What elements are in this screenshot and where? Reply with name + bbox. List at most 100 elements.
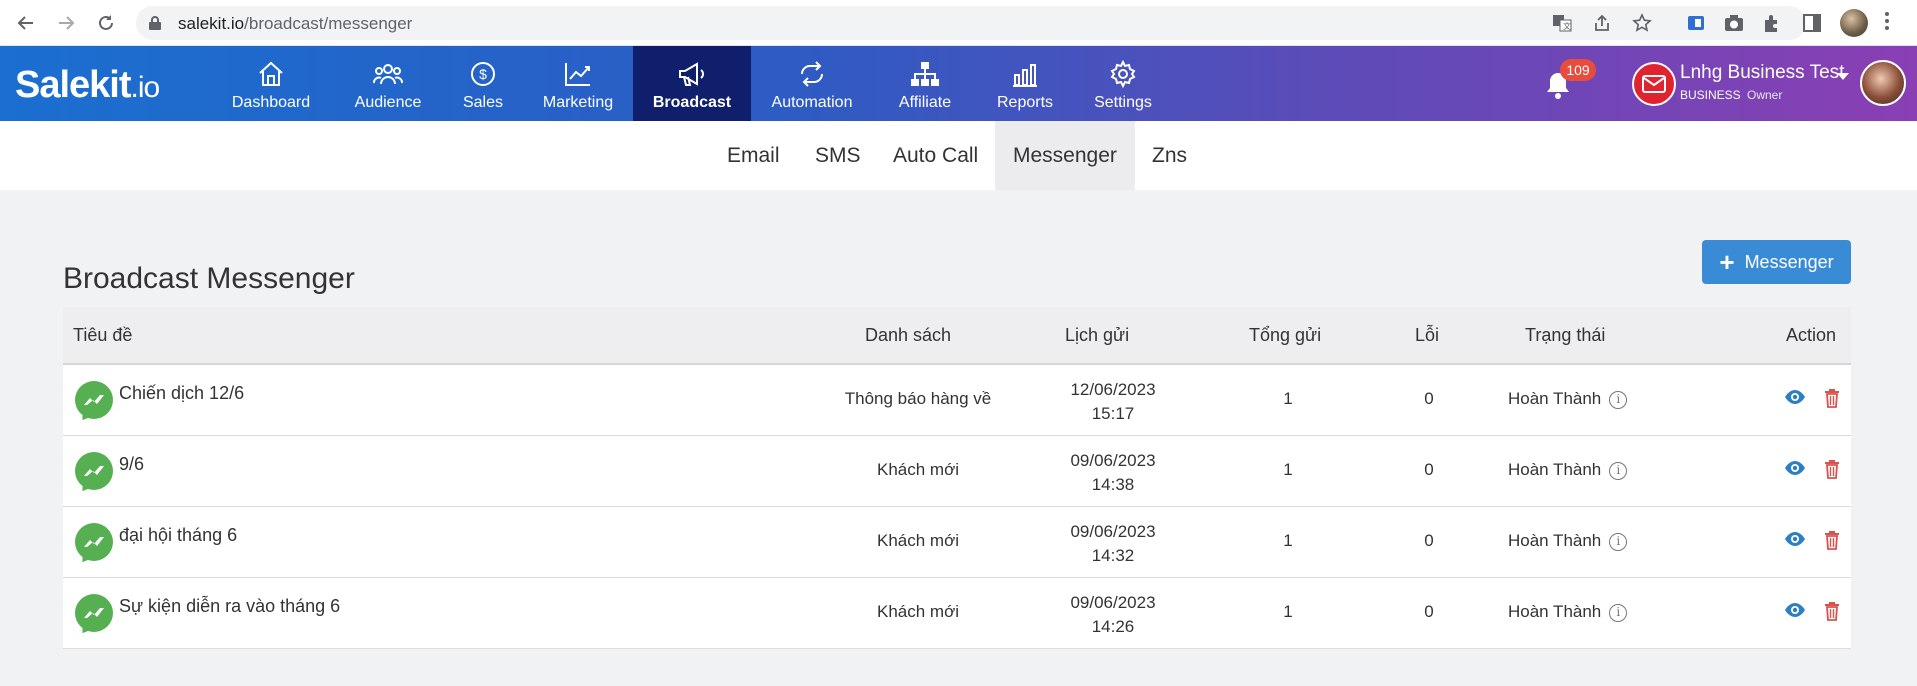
menu-kebab-icon[interactable]	[1884, 12, 1890, 34]
row-schedule: 09/06/2023 14:38	[1070, 451, 1156, 494]
browser-toolbar: salekit.io/broadcast/messenger 文	[0, 0, 1917, 46]
table-row: 9/6 Khách mới 09/06/2023 14:38 1 0 Hoàn T…	[63, 436, 1851, 507]
home-icon	[259, 61, 283, 86]
camera-icon[interactable]	[1722, 11, 1746, 35]
broadcast-subnav: Email SMS Auto Call Messenger Zns	[0, 121, 1917, 190]
caret-down-icon[interactable]	[1837, 73, 1849, 80]
chart-line-icon	[565, 63, 590, 86]
trash-icon[interactable]	[1824, 601, 1840, 626]
messenger-icon	[75, 594, 113, 632]
header-action: Action	[1786, 325, 1837, 345]
add-messenger-button[interactable]: + Messenger	[1702, 240, 1851, 284]
notification-badge: 109	[1560, 59, 1596, 81]
row-status: Hoàn Thành i	[1508, 460, 1628, 480]
puzzle-icon[interactable]	[1760, 11, 1784, 35]
mail-icon[interactable]	[1632, 62, 1676, 106]
row-title[interactable]: Sự kiện diễn ra vào tháng 6	[119, 596, 340, 617]
row-list: Khách mới	[876, 531, 959, 550]
business-type: BUSINESS	[1680, 88, 1741, 102]
nav-sales[interactable]: $ Sales	[452, 46, 514, 121]
users-icon	[373, 64, 403, 85]
row-schedule: 12/06/2023 15:17	[1070, 380, 1156, 423]
reload-icon[interactable]	[92, 9, 120, 37]
eye-icon[interactable]	[1784, 389, 1806, 410]
address-bar[interactable]: salekit.io/broadcast/messenger 文	[136, 6, 1806, 40]
eye-icon[interactable]	[1784, 602, 1806, 623]
dollar-icon: $	[471, 62, 495, 86]
svg-text:文: 文	[1563, 21, 1571, 31]
business-name[interactable]: Lnhg Business Test	[1680, 62, 1844, 84]
trash-icon[interactable]	[1824, 459, 1840, 484]
row-schedule: 09/06/2023 14:26	[1070, 593, 1156, 636]
app-header: Salekit.io Dashboard Audience $ Sales Ma…	[0, 46, 1917, 121]
lock-icon	[148, 15, 162, 36]
star-icon[interactable]	[1632, 13, 1652, 33]
tab-auto-call[interactable]: Auto Call	[875, 121, 996, 190]
nav-affiliate[interactable]: Affiliate	[890, 46, 960, 121]
header-title: Tiêu đề	[73, 325, 133, 345]
nav-dashboard[interactable]: Dashboard	[218, 46, 324, 121]
broadcast-table: Tiêu đề Danh sách Lịch gửi Tổng gửi Lỗi …	[63, 307, 1851, 649]
table-row: Chiến dịch 12/6 Thông báo hàng về 12/06/…	[63, 365, 1851, 436]
row-total: 1	[1283, 531, 1293, 550]
row-errors: 0	[1424, 602, 1434, 621]
table-row: đại hội tháng 6 Khách mới 09/06/2023 14:3…	[63, 507, 1851, 578]
business-role: Owner	[1747, 88, 1783, 102]
back-arrow-icon[interactable]	[12, 9, 40, 37]
info-icon[interactable]: i	[1609, 532, 1628, 551]
browser-profile-avatar[interactable]	[1840, 9, 1868, 37]
info-icon[interactable]: i	[1609, 603, 1628, 622]
table-row: Sự kiện diễn ra vào tháng 6 Khách mới 09…	[63, 578, 1851, 649]
info-icon[interactable]: i	[1609, 390, 1628, 409]
eye-icon[interactable]	[1784, 531, 1806, 552]
row-status: Hoàn Thành i	[1508, 531, 1628, 551]
url-text: salekit.io/broadcast/messenger	[178, 14, 413, 33]
extension-icon[interactable]	[1684, 11, 1708, 35]
megaphone-icon	[679, 62, 704, 86]
row-list: Thông báo hàng về	[844, 389, 992, 408]
header-total: Tổng gửi	[1249, 325, 1322, 345]
gear-icon	[1110, 60, 1136, 88]
tab-email[interactable]: Email	[709, 121, 798, 190]
row-status: Hoàn Thành i	[1508, 389, 1628, 409]
tab-messenger[interactable]: Messenger	[995, 121, 1135, 190]
share-icon[interactable]	[1592, 13, 1612, 33]
row-list: Khách mới	[876, 602, 959, 621]
row-title[interactable]: Chiến dịch 12/6	[119, 383, 244, 404]
row-list: Khách mới	[876, 460, 959, 479]
nav-audience[interactable]: Audience	[340, 46, 436, 121]
nav-settings[interactable]: Settings	[1088, 46, 1158, 121]
header-schedule: Lịch gửi	[1065, 325, 1130, 345]
tab-sms[interactable]: SMS	[797, 121, 879, 190]
row-total: 1	[1283, 460, 1293, 479]
nav-reports[interactable]: Reports	[992, 46, 1058, 121]
translate-icon[interactable]: 文	[1552, 13, 1572, 33]
trash-icon[interactable]	[1824, 530, 1840, 555]
nav-automation[interactable]: Automation	[766, 46, 858, 121]
row-errors: 0	[1424, 531, 1434, 550]
salekit-logo[interactable]: Salekit.io	[15, 64, 160, 107]
sidepanel-icon[interactable]	[1800, 11, 1824, 35]
sitemap-icon	[911, 62, 939, 86]
eye-icon[interactable]	[1784, 460, 1806, 481]
row-total: 1	[1283, 602, 1293, 621]
messenger-icon	[75, 452, 113, 490]
header-list: Danh sách	[865, 325, 952, 345]
messenger-icon	[75, 523, 113, 561]
svg-text:$: $	[479, 66, 487, 82]
page-title: Broadcast Messenger	[63, 262, 355, 295]
nav-broadcast[interactable]: Broadcast	[633, 46, 751, 121]
header-errors: Lỗi	[1415, 325, 1440, 345]
plus-icon: +	[1719, 247, 1735, 277]
nav-marketing[interactable]: Marketing	[530, 46, 626, 121]
row-title[interactable]: đại hội tháng 6	[119, 525, 237, 546]
trash-icon[interactable]	[1824, 388, 1840, 413]
info-icon[interactable]: i	[1609, 461, 1628, 480]
forward-arrow-icon[interactable]	[52, 9, 80, 37]
row-title[interactable]: 9/6	[119, 454, 144, 475]
row-total: 1	[1283, 389, 1293, 408]
messenger-icon	[75, 381, 113, 419]
tab-zns[interactable]: Zns	[1134, 121, 1205, 190]
row-schedule: 09/06/2023 14:32	[1070, 522, 1156, 565]
user-avatar[interactable]	[1860, 60, 1906, 106]
